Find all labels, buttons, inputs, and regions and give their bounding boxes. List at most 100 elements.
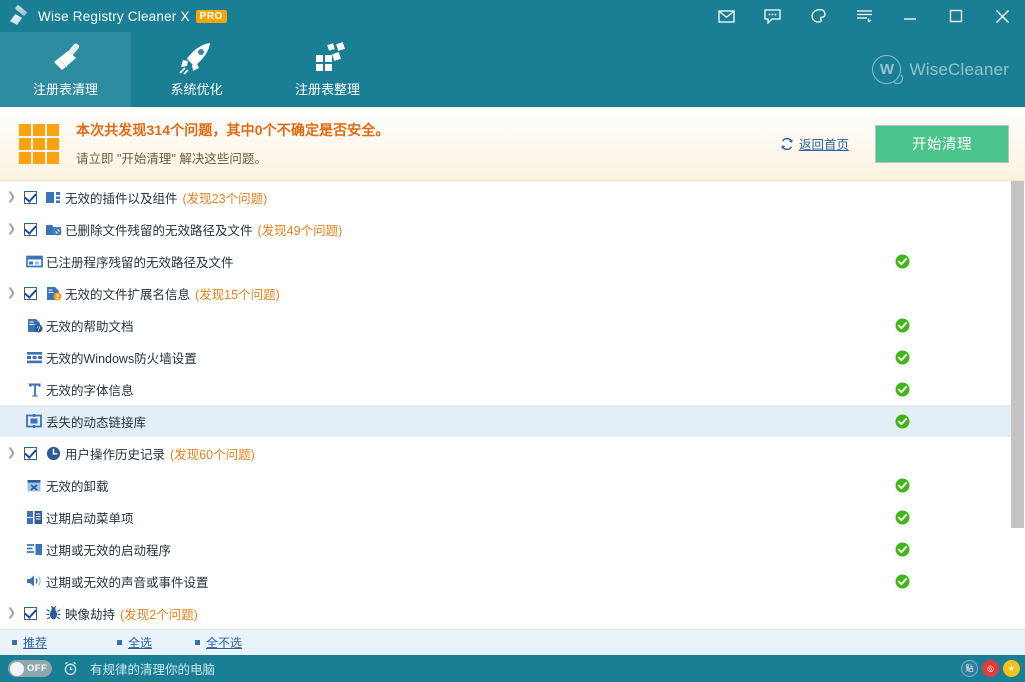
refresh-icon bbox=[780, 137, 794, 151]
row-label: 无效的帮助文档 bbox=[46, 316, 134, 335]
row-checkbox[interactable] bbox=[19, 191, 41, 204]
deleted-file-icon bbox=[41, 222, 65, 237]
table-row[interactable]: 过期或无效的启动程序 bbox=[0, 533, 1011, 565]
table-row[interactable]: ❯ 无效的文件扩展名信息 (发现15个问题) bbox=[0, 277, 1011, 309]
row-label: 映像劫持 bbox=[65, 604, 115, 623]
tab-label: 注册表整理 bbox=[295, 79, 360, 98]
select-none-link[interactable]: 全不选 bbox=[195, 634, 285, 651]
tab-registry-defrag[interactable]: 注册表整理 bbox=[262, 32, 393, 107]
tray-icon-1[interactable]: 贴 bbox=[961, 660, 978, 677]
table-row[interactable]: ❯ 用户操作历史记录 (发现60个问题) bbox=[0, 437, 1011, 469]
table-row[interactable]: 过期启动菜单项 bbox=[0, 501, 1011, 533]
toggle-label: OFF bbox=[27, 663, 47, 674]
link-label: 全不选 bbox=[206, 634, 242, 651]
green-check-icon bbox=[895, 510, 910, 525]
svg-text:?: ? bbox=[36, 326, 40, 333]
row-checkbox[interactable] bbox=[19, 287, 41, 300]
green-check-icon bbox=[895, 350, 910, 365]
chevron-right-icon[interactable]: ❯ bbox=[4, 288, 19, 299]
theme-icon[interactable] bbox=[795, 0, 841, 32]
bullet-square-icon bbox=[117, 640, 122, 645]
wisecleaner-logo-icon: W bbox=[872, 55, 901, 84]
bug-icon bbox=[41, 606, 65, 621]
firewall-icon bbox=[22, 351, 46, 364]
row-label: 过期或无效的声音或事件设置 bbox=[46, 572, 209, 591]
green-check-icon bbox=[895, 542, 910, 557]
table-row[interactable]: 无效的卸载 bbox=[0, 469, 1011, 501]
banner-subline: 请立即 "开始清理" 解决这些问题。 bbox=[76, 148, 390, 167]
feedback-icon[interactable] bbox=[749, 0, 795, 32]
row-label: 用户操作历史记录 bbox=[65, 444, 165, 463]
maximize-button[interactable] bbox=[933, 0, 979, 32]
table-row[interactable]: 无效的字体信息 bbox=[0, 373, 1011, 405]
table-row[interactable]: 丢失的动态链接库 bbox=[0, 405, 1011, 437]
row-issue-count: (发现15个问题) bbox=[195, 284, 280, 303]
tab-registry-cleaner[interactable]: 注册表清理 bbox=[0, 32, 131, 107]
nav-tabs: 注册表清理 系统优化 bbox=[0, 32, 1025, 107]
table-row[interactable]: 已注册程序残留的无效路径及文件 bbox=[0, 245, 1011, 277]
table-row[interactable]: ❯已删除文件残留的无效路径及文件(发现49个问题) bbox=[0, 213, 1011, 245]
table-row[interactable]: 无效的Windows防火墙设置 bbox=[0, 341, 1011, 373]
blocks-icon bbox=[305, 38, 351, 78]
chevron-right-icon[interactable]: ❯ bbox=[4, 448, 19, 459]
tray-icon-2[interactable]: ◎ bbox=[982, 660, 999, 677]
chevron-right-icon[interactable]: ❯ bbox=[4, 224, 19, 235]
window-title: Wise Registry Cleaner X PRO bbox=[38, 9, 227, 24]
row-label: 无效的文件扩展名信息 bbox=[65, 284, 190, 303]
close-button[interactable] bbox=[979, 0, 1025, 32]
table-row[interactable]: ❯无效的插件以及组件(发现23个问题) bbox=[0, 181, 1011, 213]
window-controls bbox=[703, 0, 1025, 32]
vertical-scrollbar[interactable] bbox=[1011, 181, 1025, 629]
link-label: 全选 bbox=[128, 634, 152, 651]
grid-squares-icon bbox=[19, 124, 59, 164]
file-ext-icon bbox=[41, 286, 65, 301]
row-label: 丢失的动态链接库 bbox=[46, 412, 146, 431]
table-row[interactable]: ❯ 映像劫持 (发现2个问题) bbox=[0, 597, 1011, 629]
start-clean-button[interactable]: 开始清理 bbox=[875, 125, 1009, 163]
plugin-icon bbox=[41, 190, 65, 205]
tray-icon-3[interactable]: ★ bbox=[1003, 660, 1020, 677]
scrollbar-thumb[interactable] bbox=[1011, 181, 1024, 528]
row-checkbox[interactable] bbox=[19, 447, 41, 460]
issues-list-panel: ❯无效的插件以及组件(发现23个问题)❯已删除文件残留的无效路径及文件(发现49… bbox=[0, 181, 1025, 629]
status-bar: OFF 有规律的清理你的电脑 贴 ◎ ★ bbox=[0, 655, 1025, 682]
alarm-clock-icon bbox=[63, 661, 78, 676]
brand-wisecleaner: W WiseCleaner bbox=[872, 55, 1025, 84]
mail-icon[interactable] bbox=[703, 0, 749, 32]
row-issue-count: (发现60个问题) bbox=[170, 444, 255, 463]
green-check-icon bbox=[895, 382, 910, 397]
startup-prog-icon bbox=[22, 543, 46, 556]
row-checkbox[interactable] bbox=[19, 607, 41, 620]
select-all-link[interactable]: 全选 bbox=[117, 634, 195, 651]
schedule-toggle[interactable]: OFF bbox=[8, 660, 52, 677]
row-issue-count: (发现2个问题) bbox=[120, 604, 198, 623]
table-row[interactable]: 过期或无效的声音或事件设置 bbox=[0, 565, 1011, 597]
recommended-link[interactable]: 推荐 bbox=[12, 634, 117, 651]
banner-headline: 本次共发现314个问题，其中0个不确定是否安全。 bbox=[76, 120, 390, 140]
chevron-right-icon[interactable]: ❯ bbox=[4, 192, 19, 203]
toggle-knob bbox=[10, 662, 24, 676]
dll-icon bbox=[22, 414, 46, 428]
selection-links-bar: 推荐 全选 全不选 bbox=[0, 629, 1025, 655]
menu-icon[interactable] bbox=[841, 0, 887, 32]
green-check-icon bbox=[895, 414, 910, 429]
chevron-right-icon[interactable]: ❯ bbox=[4, 608, 19, 619]
row-label: 无效的字体信息 bbox=[46, 380, 134, 399]
tab-label: 注册表清理 bbox=[33, 79, 98, 98]
title-bar: Wise Registry Cleaner X PRO bbox=[0, 0, 1025, 32]
minimize-button[interactable] bbox=[887, 0, 933, 32]
tray-icons: 贴 ◎ ★ bbox=[961, 660, 1025, 677]
pro-badge: PRO bbox=[196, 10, 227, 23]
startmenu-icon bbox=[22, 510, 46, 525]
green-check-icon bbox=[895, 318, 910, 333]
back-home-link[interactable]: 返回首页 bbox=[780, 134, 849, 153]
back-home-label: 返回首页 bbox=[799, 134, 849, 153]
sound-icon bbox=[22, 574, 46, 588]
row-checkbox[interactable] bbox=[19, 223, 41, 236]
table-row[interactable]: ? 无效的帮助文档 bbox=[0, 309, 1011, 341]
row-label: 过期或无效的启动程序 bbox=[46, 540, 171, 559]
help-doc-icon: ? bbox=[22, 318, 46, 333]
tab-system-optimize[interactable]: 系统优化 bbox=[131, 32, 262, 107]
result-banner: 本次共发现314个问题，其中0个不确定是否安全。 请立即 "开始清理" 解决这些… bbox=[0, 107, 1025, 181]
window-title-text: Wise Registry Cleaner X bbox=[38, 9, 190, 24]
